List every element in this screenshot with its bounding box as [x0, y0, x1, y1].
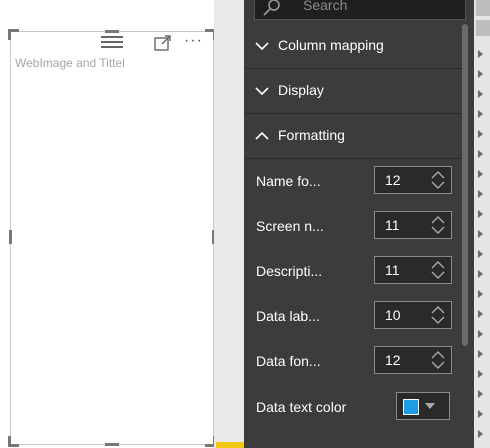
more-options-icon[interactable]: ···	[184, 32, 203, 50]
expand-arrow-icon[interactable]	[478, 150, 483, 158]
row-data-text-color: Data text color	[244, 386, 462, 430]
spinner-arrows-icon[interactable]	[431, 215, 445, 235]
spinner-arrows-icon[interactable]	[431, 305, 445, 325]
expand-arrow-icon[interactable]	[478, 250, 483, 258]
expand-arrow-icon[interactable]	[478, 170, 483, 178]
row-data-font: Data fon... 12	[244, 340, 462, 384]
description-label: Descripti...	[256, 263, 323, 279]
color-swatch[interactable]	[403, 399, 419, 415]
section-label: Display	[278, 82, 324, 98]
fields-pane-collapsed	[474, 0, 490, 448]
chevron-down-icon	[255, 87, 269, 96]
visual-title: WebImage and Tittel	[15, 56, 125, 70]
dropdown-caret-icon[interactable]	[425, 403, 435, 409]
row-screen-name: Screen n... 11	[244, 205, 462, 249]
name-font-value[interactable]: 12	[385, 172, 401, 188]
data-font-label: Data fon...	[256, 353, 321, 369]
format-pane: Search Column mapping Display Formatting…	[244, 0, 474, 448]
data-text-color-picker[interactable]	[396, 392, 450, 420]
data-label-label: Data lab...	[256, 308, 320, 324]
spinner-arrows-icon[interactable]	[431, 170, 445, 190]
spinner-arrows-icon[interactable]	[431, 260, 445, 280]
visual-header: ···	[101, 32, 211, 52]
drag-handle-icon[interactable]	[101, 36, 123, 48]
resize-handle-left[interactable]	[9, 230, 12, 244]
data-font-stepper[interactable]: 12	[374, 346, 452, 374]
screen-name-stepper[interactable]: 11	[374, 211, 452, 239]
expand-arrow-icon[interactable]	[478, 90, 483, 98]
name-font-label: Name fo...	[256, 173, 321, 189]
expand-arrow-icon[interactable]	[478, 210, 483, 218]
webimage-visual[interactable]: ··· WebImage and Tittel	[8, 29, 216, 447]
chevron-down-icon	[255, 42, 269, 51]
data-font-value[interactable]: 12	[385, 352, 401, 368]
chevron-up-icon	[255, 131, 269, 140]
spinner-arrows-icon[interactable]	[431, 350, 445, 370]
screen-name-value[interactable]: 11	[385, 217, 400, 233]
row-name-font: Name fo... 12	[244, 160, 462, 204]
resize-handle-bottom[interactable]	[105, 443, 119, 446]
resize-handle-bottom-left[interactable]	[8, 436, 19, 447]
canvas-margin	[214, 0, 244, 448]
expand-arrow-icon[interactable]	[478, 70, 483, 78]
focus-mode-icon[interactable]	[154, 35, 172, 51]
section-display[interactable]: Display	[244, 69, 462, 114]
section-label: Column mapping	[278, 37, 384, 53]
expand-arrow-icon[interactable]	[478, 230, 483, 238]
data-label-value[interactable]: 10	[385, 307, 401, 323]
expand-arrow-icon[interactable]	[478, 50, 483, 58]
search-icon	[263, 0, 280, 16]
section-label: Formatting	[278, 127, 345, 143]
expand-arrow-icon[interactable]	[478, 310, 483, 318]
expand-arrow-icon[interactable]	[478, 190, 483, 198]
row-data-label: Data lab... 10	[244, 295, 462, 339]
page-tab-indicator	[216, 442, 244, 448]
report-canvas: ··· WebImage and Tittel	[0, 0, 216, 448]
expand-arrow-icon[interactable]	[478, 270, 483, 278]
name-font-stepper[interactable]: 12	[374, 166, 452, 194]
expand-arrow-icon[interactable]	[478, 350, 483, 358]
pane-scrollbar[interactable]	[462, 24, 468, 346]
pane-header-box[interactable]	[476, 0, 490, 16]
expand-arrow-icon[interactable]	[478, 410, 483, 418]
resize-handle-top-left[interactable]	[8, 29, 19, 40]
search-placeholder: Search	[303, 0, 348, 13]
expand-arrow-icon[interactable]	[478, 110, 483, 118]
expand-arrow-icon[interactable]	[478, 330, 483, 338]
expand-arrow-icon[interactable]	[478, 390, 483, 398]
data-label-stepper[interactable]: 10	[374, 301, 452, 329]
expand-arrow-icon[interactable]	[478, 130, 483, 138]
expand-arrow-icon[interactable]	[478, 430, 483, 438]
expand-arrow-icon[interactable]	[478, 290, 483, 298]
expand-arrow-icon[interactable]	[478, 370, 483, 378]
screen-name-label: Screen n...	[256, 218, 324, 234]
section-column-mapping[interactable]: Column mapping	[244, 24, 462, 69]
section-formatting[interactable]: Formatting	[244, 114, 462, 159]
pane-header-box[interactable]	[476, 20, 490, 36]
row-description: Descripti... 11	[244, 250, 462, 294]
search-input[interactable]: Search	[254, 0, 466, 20]
resize-handle-top[interactable]	[105, 30, 119, 33]
description-stepper[interactable]: 11	[374, 256, 452, 284]
description-value[interactable]: 11	[385, 262, 400, 278]
data-text-color-label: Data text color	[256, 399, 347, 415]
